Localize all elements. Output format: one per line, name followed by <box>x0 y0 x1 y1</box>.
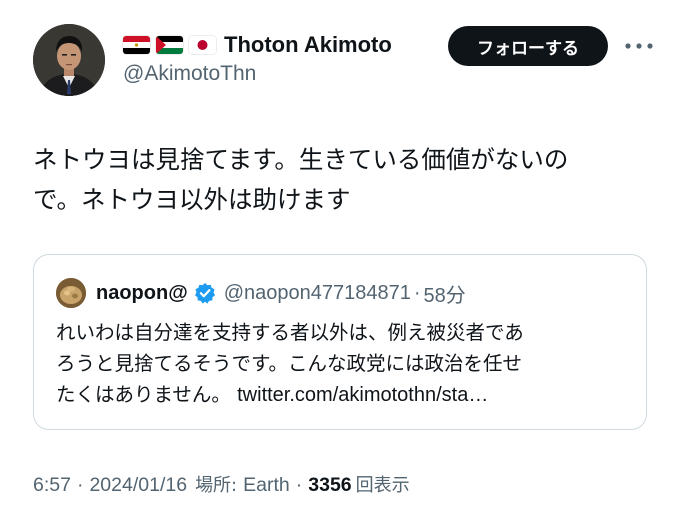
tweet-time[interactable]: 6:57 <box>33 474 71 497</box>
quoted-timestamp: 58分 <box>423 284 466 307</box>
tweet-text: ネトウヨは見捨てます。生きている価値がないの で。ネトウヨ以外は助けます <box>33 140 633 220</box>
palestine-flag-icon <box>156 36 183 54</box>
follow-button[interactable]: フォローする <box>448 26 608 66</box>
author-avatar[interactable] <box>33 24 105 96</box>
tweet-date[interactable]: 2024/01/16 <box>89 474 187 497</box>
tweet-text-line: で。ネトウヨ以外は助けます <box>33 185 351 214</box>
author-handle[interactable]: @AkimotoThn <box>123 62 256 86</box>
quoted-text-fragment: たくはありません。 <box>56 383 231 406</box>
location-label: 場所: <box>195 475 238 496</box>
egypt-flag-icon <box>123 36 150 54</box>
verified-badge-icon <box>194 282 216 304</box>
quoted-tweet-text: れいわは自分達を支持する者以外は、例え被災者であ ろうと見捨てるそうです。こんな… <box>56 317 636 411</box>
quoted-display-name: naopon@ <box>96 281 188 304</box>
tweet-text-line: ネトウヨは見捨てます。生きている価値がないの <box>33 145 569 174</box>
separator-dot: · <box>295 474 303 496</box>
location-value: Earth <box>243 474 290 496</box>
quoted-tweet[interactable]: naopon@ @naopon477184871 · 58分 れいわは自分達を支… <box>33 254 647 430</box>
author-name-row[interactable]: Thoton Akimoto <box>123 30 392 60</box>
views-label[interactable]: 回表示 <box>356 471 410 497</box>
separator-dot: · <box>76 474 84 496</box>
quoted-text-line: れいわは自分達を支持する者以外は、例え被災者であ <box>56 321 524 344</box>
tweet: Thoton Akimoto @AkimotoThn フォローする ネトウヨは見… <box>0 0 680 509</box>
quoted-author-avatar <box>56 278 86 308</box>
quoted-text-line: たくはありません。 twitter.com/akimotothn/sta… <box>56 379 636 411</box>
quoted-text-line: ろうと見捨てるそうです。こんな政党には政治を任せ <box>56 352 523 375</box>
quoted-link[interactable]: twitter.com/akimotothn/sta… <box>237 384 488 406</box>
tweet-meta: 6:57 · 2024/01/16 場所: Earth · 3356 回表示 <box>33 471 410 497</box>
views-count[interactable]: 3356 <box>308 474 351 497</box>
author-display-name[interactable]: Thoton Akimoto <box>224 32 392 58</box>
separator-dot: · <box>413 281 421 304</box>
more-dots-icon[interactable] <box>624 34 654 58</box>
quoted-tweet-header: naopon@ @naopon477184871 · 58分 <box>56 277 466 309</box>
quoted-handle: @naopon477184871 <box>223 281 411 304</box>
japan-flag-icon <box>189 36 216 54</box>
